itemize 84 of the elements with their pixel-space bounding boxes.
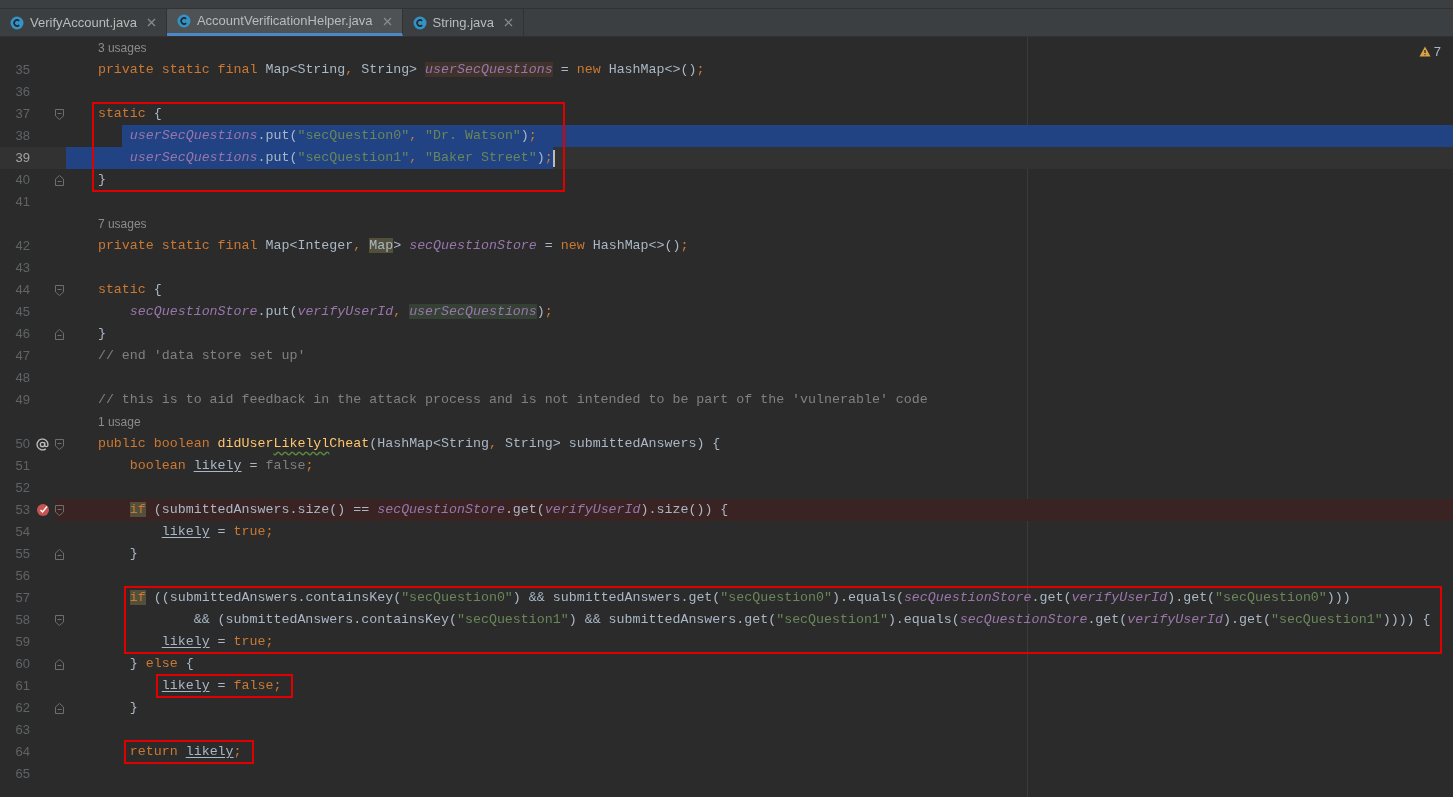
code-line: // this is to aid feedback in the attack process and is not intended to be part of the 'vulnerable' code <box>97 391 928 409</box>
line-number: 50 <box>14 435 30 454</box>
fold-icon[interactable] <box>55 658 64 670</box>
fold-icon[interactable] <box>55 174 64 186</box>
line-number: 53 <box>14 501 30 520</box>
line-number: 59 <box>14 633 30 652</box>
code-line: && (submittedAnswers.containsKey("secQuestion1") && submittedAnswers.get("secQuestion1").equals(secQuestionStore.get(verifyUserId).get("secQuestion1")))) { <box>193 611 1431 629</box>
code-line: // end 'data store set up' <box>97 347 306 365</box>
close-icon[interactable] <box>382 16 392 26</box>
code-line: static { <box>97 281 162 299</box>
line-number: 36 <box>14 83 30 102</box>
at-sign-icon[interactable] <box>36 437 49 451</box>
class-icon <box>10 15 24 30</box>
code-line: public boolean didUserLikelylCheat(HashMap<String, String> submittedAnswers) { <box>97 435 721 453</box>
line-number: 40 <box>14 171 30 190</box>
warning-icon <box>1418 46 1431 58</box>
usages-hint[interactable]: 7 usages <box>97 215 147 233</box>
class-icon <box>412 15 427 30</box>
usages-hint[interactable]: 1 usage <box>97 413 141 431</box>
fold-icon[interactable] <box>55 702 64 714</box>
line-number: 60 <box>14 655 30 674</box>
tab-label: AccountVerificationHelper.java <box>196 12 373 31</box>
code-line: if (submittedAnswers.size() == secQuestionStore.get(verifyUserId).size()) { <box>129 501 729 519</box>
line-number: 52 <box>14 479 30 498</box>
line-number: 48 <box>14 369 30 388</box>
line-number: 41 <box>14 193 30 212</box>
breakpoint-icon[interactable] <box>35 503 50 517</box>
code-line: boolean likely = false; <box>129 457 314 475</box>
line-number: 64 <box>14 743 30 762</box>
code-line: userSecQuestions.put("secQuestion0", "Dr. Watson"); <box>129 127 537 145</box>
code-line: if ((submittedAnswers.containsKey("secQuestion0") && submittedAnswers.get("secQuestion0").equals(secQuestionStore.get(verifyUserId).get("secQuestion0"))) <box>129 589 1351 607</box>
fold-icon[interactable] <box>55 328 64 340</box>
line-number: 44 <box>14 281 30 300</box>
code-line: likely = false; <box>161 677 282 695</box>
line-number: 57 <box>14 589 30 608</box>
inspection-widget[interactable]: 7 <box>1418 42 1441 62</box>
line-number: 49 <box>14 391 30 410</box>
code-line: likely = true; <box>161 523 274 541</box>
code-line: static { <box>97 105 162 123</box>
fold-icon[interactable] <box>55 284 64 296</box>
line-number: 56 <box>14 567 30 586</box>
line-number: 54 <box>14 523 30 542</box>
line-number: 38 <box>14 127 30 146</box>
code-line: } <box>97 325 106 343</box>
line-number: 45 <box>14 303 30 322</box>
fold-icon[interactable] <box>55 548 64 560</box>
code-line: secQuestionStore.put(verifyUserId, userSecQuestions); <box>129 303 553 321</box>
code-line: likely = true; <box>161 633 274 651</box>
code-line: } <box>97 171 106 189</box>
warning-count: 7 <box>1433 43 1441 61</box>
code-line: userSecQuestions.put("secQuestion1", "Baker Street"); <box>129 149 553 167</box>
line-number: 42 <box>14 237 30 256</box>
fold-icon[interactable] <box>55 438 64 450</box>
code-line: private static final Map<Integer, Map> secQuestionStore = new HashMap<>(); <box>97 237 689 255</box>
code-line: } <box>129 699 138 717</box>
line-number: 65 <box>14 765 30 784</box>
tab-label: String.java <box>432 13 494 32</box>
line-number: 51 <box>14 457 30 476</box>
tab-label: VerifyAccount.java <box>30 13 137 32</box>
code-line: } else { <box>129 655 194 673</box>
line-number: 58 <box>14 611 30 630</box>
line-number: 37 <box>14 105 30 124</box>
line-number: 46 <box>14 325 30 344</box>
fold-icon[interactable] <box>55 108 64 120</box>
editor-tab[interactable]: AccountVerificationHelper.java <box>166 9 403 36</box>
line-number: 35 <box>14 61 30 80</box>
editor-tab[interactable]: VerifyAccount.java <box>0 9 167 36</box>
line-number: 62 <box>14 699 30 718</box>
class-icon <box>176 14 191 28</box>
line-number: 55 <box>14 545 30 564</box>
close-icon[interactable] <box>504 18 513 27</box>
code-line: private static final Map<String, String> userSecQuestions = new HashMap<>(); <box>97 61 705 79</box>
editor-tab[interactable]: String.java <box>402 9 524 36</box>
line-number: 47 <box>14 347 30 366</box>
line-number: 39 <box>14 149 30 168</box>
usages-hint[interactable]: 3 usages <box>97 39 147 57</box>
code-line: return likely; <box>129 743 242 761</box>
fold-icon[interactable] <box>55 614 64 626</box>
close-icon[interactable] <box>146 18 156 27</box>
line-number: 61 <box>14 677 30 696</box>
line-number: 43 <box>14 259 30 278</box>
code-line: } <box>129 545 138 563</box>
line-number: 63 <box>14 721 30 740</box>
fold-icon[interactable] <box>55 504 64 516</box>
